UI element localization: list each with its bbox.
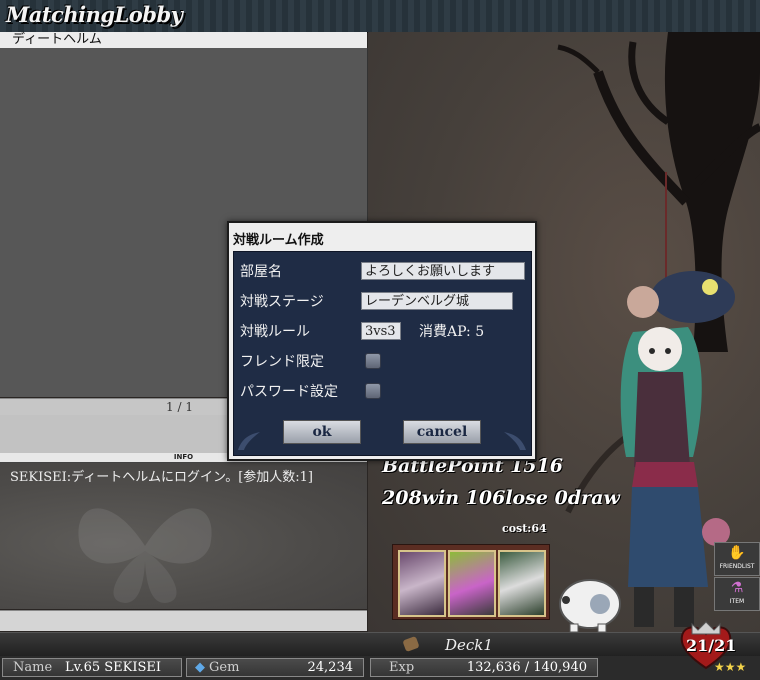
ornament-icon	[238, 432, 260, 450]
app-logo: MatchingLobby	[6, 2, 183, 27]
rule-select[interactable]: 3vs3	[361, 322, 401, 340]
top-bar: MatchingLobby	[0, 0, 760, 33]
info-log: SEKISEI:ディートヘルムにログイン。[参加人数:1]	[0, 463, 367, 609]
stage-select[interactable]: レーデンベルグ城	[361, 292, 513, 310]
potion-icon: ⚗	[730, 580, 744, 596]
dialog-title: 対戦ルーム作成	[233, 233, 324, 248]
deck-cards[interactable]	[392, 544, 550, 620]
info-message: SEKISEI:ディートヘルムにログイン。[参加人数:1]	[10, 470, 313, 485]
cancel-button[interactable]: cancel	[403, 420, 481, 444]
status-bar: Name Lv.65 SEKISEI ◆ Gem 24,234 Exp 132,…	[0, 656, 760, 680]
ornament-icon	[504, 432, 526, 450]
room-name-label: 部屋名	[240, 264, 282, 280]
deck-card[interactable]	[498, 550, 546, 617]
deck-bar[interactable]: Deck1	[0, 632, 760, 657]
gem-value: 24,234	[307, 660, 354, 675]
star-rating: ★★★	[714, 660, 747, 674]
item-button[interactable]: ⚗ ITEM	[714, 577, 760, 611]
gem-icon: ◆	[195, 660, 205, 675]
room-name-input[interactable]: よろしくお願いします	[361, 262, 525, 280]
ap-cost: 消費AP: 5	[419, 324, 485, 340]
deck-card[interactable]	[398, 550, 446, 617]
gem-box: ◆ Gem 24,234	[186, 658, 364, 677]
exp-value: 132,636 / 140,940	[466, 660, 587, 675]
lobby-name: ディートヘルム	[12, 32, 102, 47]
win-loss-record: 208win 106lose 0draw	[382, 487, 620, 509]
deck-card[interactable]	[448, 550, 496, 617]
handshake-icon: ✋	[728, 545, 746, 561]
name-box: Name Lv.65 SEKISEI	[2, 658, 182, 677]
rule-label: 対戦ルール	[240, 324, 310, 340]
dialog-body: 部屋名 よろしくお願いします 対戦ステージ レーデンベルグ城 対戦ルール 3vs…	[233, 251, 532, 456]
level-badge-text: 21/21	[686, 636, 737, 655]
name-value: Lv.65 SEKISEI	[65, 660, 162, 675]
page-indicator: 1 / 1	[166, 400, 193, 414]
stage-label: 対戦ステージ	[240, 294, 324, 310]
name-label: Name	[13, 660, 53, 675]
chat-input[interactable]	[0, 610, 367, 631]
friendlist-button[interactable]: ✋ FRIENDLIST	[714, 542, 760, 576]
lobby-name-bar: ディートヘルム	[0, 32, 367, 49]
pig-icon	[559, 579, 621, 632]
deck-icon	[402, 635, 420, 653]
exp-box: Exp 132,636 / 140,940	[370, 658, 598, 677]
password-checkbox[interactable]	[365, 383, 381, 399]
password-label: パスワード設定	[240, 384, 338, 400]
butterfly-icon	[78, 508, 212, 603]
deck-name: Deck1	[445, 636, 493, 654]
ok-button[interactable]: ok	[283, 420, 361, 444]
item-label: ITEM	[729, 598, 745, 605]
friendlist-label: FRIENDLIST	[719, 563, 755, 570]
exp-label: Exp	[389, 660, 415, 675]
create-room-dialog: 対戦ルーム作成 部屋名 よろしくお願いします 対戦ステージ レーデンベルグ城 対…	[227, 221, 537, 461]
deck-cost: cost:64	[502, 522, 547, 535]
friend-only-label: フレンド限定	[240, 354, 324, 370]
gem-label: Gem	[209, 660, 240, 675]
friend-only-checkbox[interactable]	[365, 353, 381, 369]
